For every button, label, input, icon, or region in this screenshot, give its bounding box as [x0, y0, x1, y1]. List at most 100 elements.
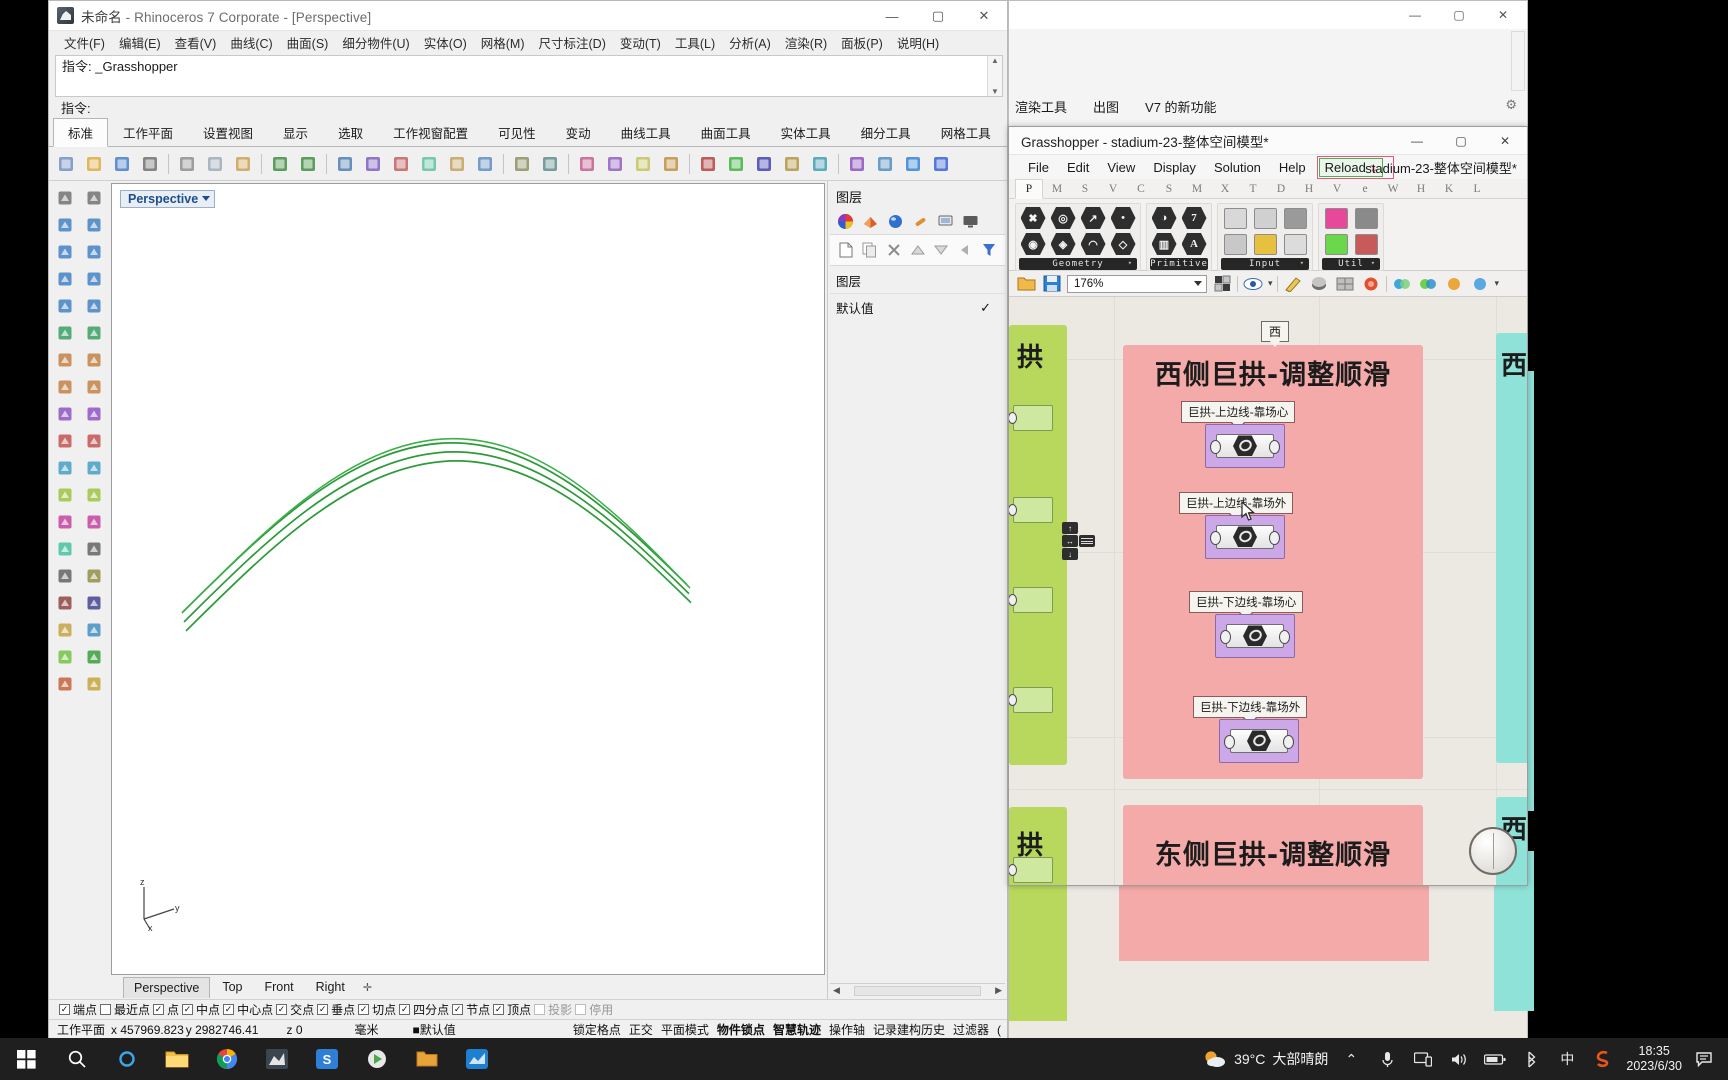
rhino-toolbar-tab-0[interactable]: 标准: [53, 118, 109, 147]
paste-icon[interactable]: [230, 151, 256, 177]
windows-taskbar[interactable]: S 39°C 大部晴朗 ⌃ 中 18:35 2023/6/30: [0, 1038, 1728, 1080]
bg-toolbar-tabs[interactable]: 渲染工具 出图 V7 的新功能: [1015, 97, 1217, 116]
background-window-buttons[interactable]: — ▢ ✕: [1393, 1, 1525, 29]
osnap-checkbox-11[interactable]: [534, 1004, 546, 1015]
fillet-icon[interactable]: [51, 455, 79, 481]
polygon-icon[interactable]: [51, 293, 79, 319]
gh-node-1-body[interactable]: [1210, 434, 1280, 458]
gh-ribbon-tab-3[interactable]: V: [1099, 183, 1127, 195]
gh-ribbon-group-dropdown-0[interactable]: ▾: [1128, 259, 1133, 267]
status-units[interactable]: 毫米: [355, 1021, 379, 1038]
layers-toolbar[interactable]: [830, 235, 1005, 266]
gh-preview-caret-icon[interactable]: ▾: [1268, 278, 1273, 289]
rhino-toolbar-tab-5[interactable]: 工作视窗配置: [378, 118, 483, 146]
gh-canvas-toolbar[interactable]: 176% ▾ ▾: [1009, 271, 1527, 297]
point-hex-icon[interactable]: •: [1109, 206, 1137, 230]
x-hex-icon[interactable]: ✖: [1019, 206, 1047, 230]
extrude-icon[interactable]: [51, 320, 79, 346]
display-tab-icon[interactable]: [959, 210, 981, 232]
param-input-nub-4[interactable]: [1009, 694, 1017, 706]
boolean-toggle-icon[interactable]: [1251, 206, 1279, 230]
osnap-toggle-5[interactable]: ✓ 交点: [276, 1001, 314, 1018]
layer-row-default[interactable]: 默认值 ✓: [830, 294, 1005, 321]
copy-icon[interactable]: [202, 151, 228, 177]
array-icon[interactable]: [80, 482, 108, 508]
viewport-tab-front[interactable]: Front: [254, 977, 303, 997]
rhino-toolbar-tab-11[interactable]: 细分工具: [846, 118, 926, 146]
status-toggle-5[interactable]: 操作轴: [829, 1021, 865, 1038]
gh-ribbon-tab-9[interactable]: D: [1267, 183, 1295, 195]
gh-param-green-1[interactable]: [1009, 405, 1053, 431]
rhino-command-prompt[interactable]: 指令:: [55, 97, 1007, 118]
circle-hex-icon[interactable]: ◑: [1150, 206, 1178, 230]
gh-close-button[interactable]: ✕: [1483, 127, 1527, 155]
surface-hex-icon[interactable]: ◎: [1049, 206, 1077, 230]
dimension-icon[interactable]: [51, 563, 79, 589]
gh-minimize-button[interactable]: —: [1395, 127, 1439, 155]
rhino-viewport-tabs[interactable]: Perspective Top Front Right ✛: [111, 975, 825, 999]
button-icon[interactable]: [1221, 232, 1249, 256]
gradient-icon[interactable]: [1322, 206, 1350, 230]
rhino-menu-item-1[interactable]: 编辑(E): [112, 31, 168, 54]
gh-ribbon-tab-16[interactable]: L: [1463, 183, 1491, 195]
osnap-toggle-3[interactable]: ✓ 中点: [182, 1001, 220, 1018]
viewport-tab-perspective[interactable]: Perspective: [123, 976, 211, 998]
rhino-perspective-viewport[interactable]: Perspective z y x: [111, 183, 825, 975]
osnap-toggle-0[interactable]: ✓ 端点: [59, 1001, 97, 1018]
rhino-minimize-button[interactable]: —: [869, 1, 915, 31]
osnap-toggle-2[interactable]: ✓ 点: [153, 1001, 179, 1018]
cluster-icon[interactable]: [1352, 206, 1380, 230]
param-input-nub-5[interactable]: [1009, 864, 1017, 876]
gh-colour-3-icon[interactable]: [1443, 273, 1465, 295]
gh-node-4-body[interactable]: [1224, 729, 1294, 753]
redo-icon[interactable]: [295, 151, 321, 177]
hscroll-thumb[interactable]: [853, 985, 982, 996]
status-overflow-icon[interactable]: (: [997, 1023, 1001, 1037]
hscroll-left-icon[interactable]: ◀: [830, 985, 840, 996]
osnap-checkbox-2[interactable]: ✓: [153, 1004, 165, 1015]
mic-icon[interactable]: [1374, 1046, 1400, 1072]
osnap-toggle-8[interactable]: ✓ 四分点: [399, 1001, 449, 1018]
volume-icon[interactable]: [1446, 1046, 1472, 1072]
gh-canvas-navigation-ball[interactable]: [1469, 827, 1517, 875]
gh-node-3[interactable]: [1215, 614, 1295, 658]
polyline-icon[interactable]: [51, 212, 79, 238]
status-toggle-1[interactable]: 正交: [629, 1021, 653, 1038]
gh-colour-caret-icon[interactable]: ▾: [1495, 278, 1500, 289]
pan-icon[interactable]: [472, 151, 498, 177]
layer-tool-icon[interactable]: [51, 617, 79, 643]
gh-node-tag-4[interactable]: 巨拱-下边线-靠场外: [1193, 696, 1308, 726]
status-toggle-7[interactable]: 过滤器: [953, 1021, 989, 1038]
plane-hex-icon[interactable]: ◇: [1109, 232, 1137, 256]
chamfer-icon[interactable]: [80, 455, 108, 481]
gh-group-right-teal[interactable]: [1496, 333, 1527, 763]
bg-gear-icon[interactable]: ⚙: [1505, 97, 1517, 113]
slider-icon[interactable]: [1251, 232, 1279, 256]
grid-snap-icon[interactable]: [509, 151, 535, 177]
gh-colour-4-icon[interactable]: [1469, 273, 1491, 295]
gh-preview-shaded-icon[interactable]: [1308, 273, 1330, 295]
rhino-menu-item-12[interactable]: 渲染(R): [778, 31, 834, 54]
slider-middle-row[interactable]: ↔: [1062, 535, 1095, 547]
rhino-command-area[interactable]: 指令: _Grasshopper ▲ ▼: [55, 55, 1003, 97]
check-icon[interactable]: [80, 644, 108, 670]
rectangle-icon[interactable]: [80, 266, 108, 292]
rendered-view-icon[interactable]: [723, 151, 749, 177]
osnap-toggle-4[interactable]: ✓ 中心点: [223, 1001, 273, 1018]
bg-scrollbar[interactable]: [1511, 31, 1525, 91]
new-layer-icon[interactable]: [836, 239, 856, 261]
osnap-checkbox-3[interactable]: ✓: [182, 1004, 194, 1015]
select-points-icon[interactable]: [80, 185, 108, 211]
rhino-toolbar-tab-8[interactable]: 曲线工具: [606, 118, 686, 146]
surface-from-curves-icon[interactable]: [80, 320, 108, 346]
param-input-nub-1[interactable]: [1009, 412, 1017, 424]
gh-ribbon-tab-7[interactable]: X: [1211, 183, 1239, 195]
knob-icon[interactable]: [1281, 206, 1309, 230]
rhino-menu-item-0[interactable]: 文件(F): [57, 31, 112, 54]
rhino-toolbar-tab-4[interactable]: 选取: [323, 118, 378, 146]
grasshopper-canvas[interactable]: 拱 拱 西 西 西 西侧巨拱-调整顺滑 巨拱-上边线-靠场心 巨拱-上边线-靠场…: [1009, 297, 1527, 885]
rhino-toolbar-tab-10[interactable]: 实体工具: [766, 118, 846, 146]
ime-indicator[interactable]: 中: [1554, 1046, 1580, 1072]
panel-icon[interactable]: [1221, 206, 1249, 230]
rhino-menu-item-9[interactable]: 变动(T): [613, 31, 668, 54]
